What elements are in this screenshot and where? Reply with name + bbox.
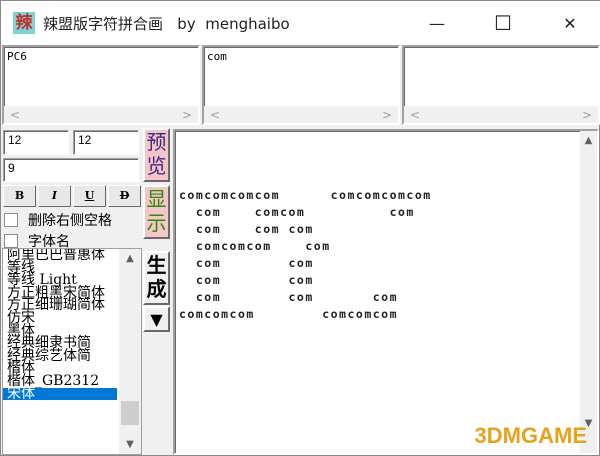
title-bar: 辣 辣盟版字符拼合画 by menghaibo — ☐ ✕ [1, 1, 600, 45]
text-input-2[interactable]: com < > [202, 45, 400, 125]
horizontal-scrollbar[interactable]: < > [4, 106, 198, 123]
scroll-right-icon[interactable]: > [382, 108, 392, 122]
minimize-button[interactable]: — [414, 1, 460, 45]
scroll-down-icon[interactable]: ▼ [119, 439, 141, 450]
bold-button[interactable]: B [3, 185, 36, 207]
font-list[interactable]: 阿里巴巴普惠体 等线 等线 Light 方正粗黑宋简体 方正细珊瑚简体 仿宋 黑… [2, 248, 142, 455]
text-input-1-value: PC6 [7, 50, 27, 63]
text-input-2-value: com [207, 50, 227, 63]
text-input-3-value [404, 47, 598, 53]
text-input-1[interactable]: PC6 < > [2, 45, 200, 125]
scroll-left-icon[interactable]: < [410, 108, 420, 122]
scroll-up-icon[interactable]: ▲ [580, 135, 597, 146]
size-input[interactable]: 9 [3, 158, 139, 182]
maximize-button[interactable]: ☐ [480, 1, 526, 45]
close-button[interactable]: ✕ [547, 1, 593, 45]
checkbox-box[interactable] [4, 213, 18, 227]
output-area[interactable]: comcomcomcom comcomcomcom com comcom com… [173, 129, 599, 455]
height-input[interactable]: 12 [73, 130, 139, 155]
preview-button[interactable]: 预览 [143, 128, 170, 182]
scroll-right-icon[interactable]: > [582, 108, 592, 122]
strikethrough-button[interactable]: D [108, 185, 141, 207]
width-input[interactable]: 12 [3, 130, 69, 155]
dropdown-button[interactable]: ▼ [143, 306, 170, 332]
font-list-item-selected[interactable]: 宋体 [3, 387, 117, 400]
italic-button[interactable]: I [38, 185, 71, 207]
scroll-up-icon[interactable]: ▲ [119, 253, 141, 264]
scroll-thumb[interactable] [121, 401, 139, 425]
generate-button[interactable]: 生成 [143, 251, 170, 305]
window-title: 辣盟版字符拼合画 by menghaibo [43, 14, 290, 33]
checkbox-box[interactable] [4, 234, 18, 248]
vertical-scrollbar[interactable]: ▲ ▼ [580, 131, 597, 453]
scroll-right-icon[interactable]: > [182, 108, 192, 122]
output-text: comcomcomcom comcomcomcom com comcom com… [179, 188, 432, 321]
scroll-left-icon[interactable]: < [210, 108, 220, 122]
underline-button[interactable]: U [73, 185, 106, 207]
vertical-scrollbar[interactable]: ▲ ▼ [119, 249, 141, 454]
text-input-3[interactable]: < > [402, 45, 600, 125]
scroll-left-icon[interactable]: < [10, 108, 20, 122]
horizontal-scrollbar[interactable]: < > [404, 106, 598, 123]
watermark: 3DMGAME [474, 423, 587, 448]
remove-right-spaces-checkbox[interactable]: 删除右侧空格 [4, 210, 112, 230]
horizontal-scrollbar[interactable]: < > [204, 106, 398, 123]
checkbox-label: 删除右侧空格 [28, 213, 112, 229]
show-button[interactable]: 显示 [143, 185, 170, 239]
app-icon: 辣 [13, 12, 35, 34]
